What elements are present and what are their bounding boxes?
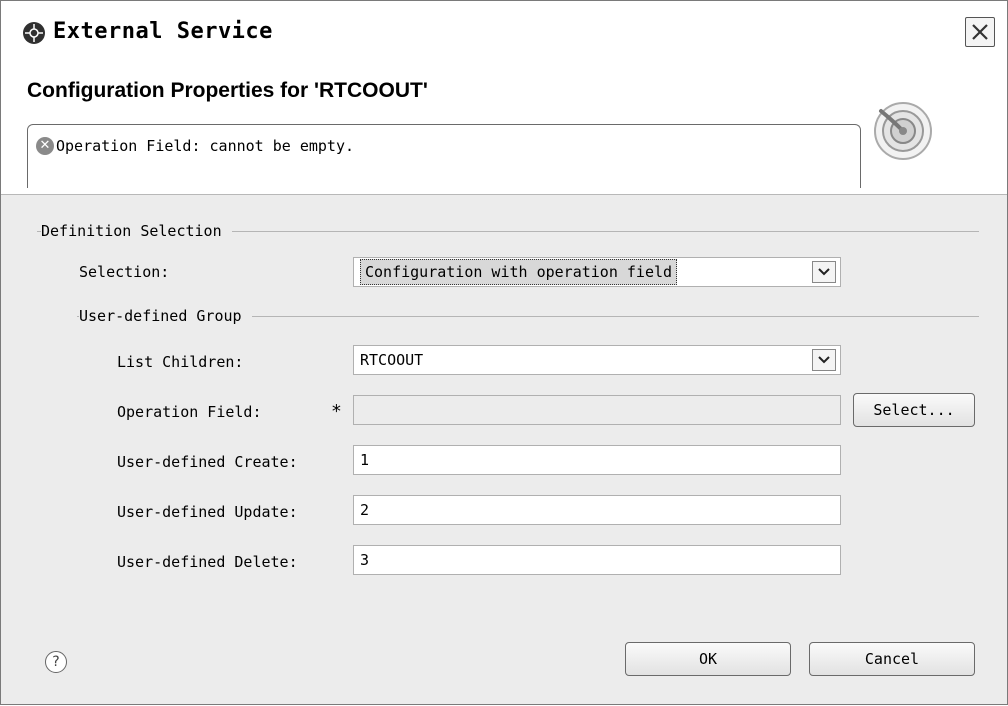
- help-icon[interactable]: ?: [45, 651, 67, 673]
- create-label: User-defined Create:: [117, 453, 298, 471]
- chevron-down-icon[interactable]: [812, 349, 836, 371]
- user-group-label: User-defined Group: [79, 307, 252, 325]
- error-icon: ✕: [36, 137, 54, 155]
- selection-value: Configuration with operation field: [360, 259, 678, 285]
- error-message: Operation Field: cannot be empty.: [56, 137, 355, 155]
- cancel-button[interactable]: Cancel: [809, 642, 975, 676]
- list-children-value: RTCOOUT: [360, 351, 424, 369]
- external-service-dialog: External Service Configuration Propertie…: [0, 0, 1008, 705]
- dialog-banner-icon: [867, 99, 937, 163]
- title-bar: External Service: [1, 1, 1007, 67]
- create-input[interactable]: 1: [353, 445, 841, 475]
- window-title: External Service: [53, 19, 273, 44]
- close-icon: [972, 24, 988, 40]
- select-button[interactable]: Select...: [853, 393, 975, 427]
- dialog-header: Configuration Properties for 'RTCOOUT' ✕…: [1, 67, 1007, 195]
- dialog-content: Definition Selection Selection: Configur…: [1, 195, 1007, 706]
- chevron-down-icon[interactable]: [812, 261, 836, 283]
- operation-field-input[interactable]: [353, 395, 841, 425]
- selection-combo[interactable]: Configuration with operation field: [353, 257, 841, 287]
- operation-field-label: Operation Field:: [117, 403, 262, 421]
- update-input[interactable]: 2: [353, 495, 841, 525]
- definition-group-label: Definition Selection: [41, 222, 232, 240]
- list-children-combo[interactable]: RTCOOUT: [353, 345, 841, 375]
- update-label: User-defined Update:: [117, 503, 298, 521]
- delete-input[interactable]: 3: [353, 545, 841, 575]
- required-marker: *: [331, 401, 342, 422]
- message-area: ✕ Operation Field: cannot be empty.: [27, 124, 861, 188]
- ok-button[interactable]: OK: [625, 642, 791, 676]
- close-button[interactable]: [965, 17, 995, 47]
- list-children-label: List Children:: [117, 353, 244, 371]
- service-icon: [23, 22, 45, 44]
- delete-label: User-defined Delete:: [117, 553, 298, 571]
- selection-label: Selection:: [79, 263, 170, 281]
- page-title: Configuration Properties for 'RTCOOUT': [27, 79, 428, 102]
